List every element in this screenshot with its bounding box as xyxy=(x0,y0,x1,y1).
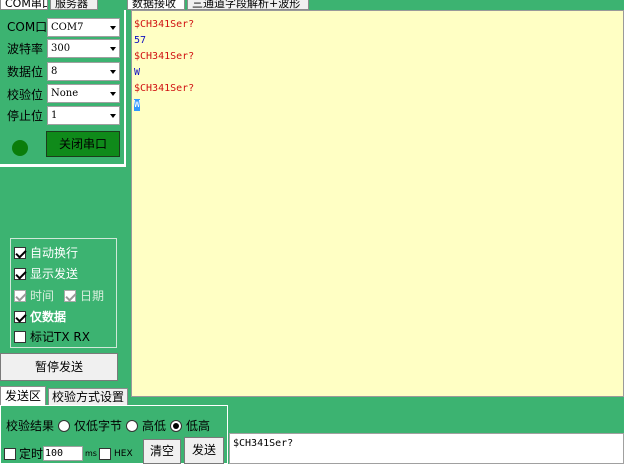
stop-bits-label: 停止位 xyxy=(7,109,44,123)
tab-com-serial[interactable]: COM串口 xyxy=(0,0,48,10)
parity-select[interactable]: None xyxy=(47,84,120,103)
timer-interval-input[interactable]: 100 xyxy=(43,446,84,461)
chevron-down-icon xyxy=(110,114,116,118)
tab-three-channel[interactable]: 三通道字段解析+波形 xyxy=(187,0,309,10)
receive-line-selected: W xyxy=(134,99,141,111)
parity-value: None xyxy=(51,88,79,99)
clear-button[interactable]: 清空 xyxy=(143,439,181,464)
date-label: 日期 xyxy=(80,289,105,303)
com-port-select[interactable]: COM7 xyxy=(47,18,120,37)
baud-rate-select[interactable]: 300 xyxy=(47,39,120,58)
radio-low-high[interactable] xyxy=(170,419,183,432)
hex-checkbox[interactable] xyxy=(98,447,111,460)
checkbox-checked-icon xyxy=(64,290,76,302)
checksum-label: 校验结果 xyxy=(6,419,55,433)
baud-rate-value: 300 xyxy=(51,43,71,54)
mark-txrx-label: 标记TX RX xyxy=(30,330,90,344)
baud-rate-label: 波特率 xyxy=(7,42,44,56)
checkbox-checked-icon xyxy=(14,268,26,280)
tab-checksum-settings[interactable]: 校验方式设置 xyxy=(48,388,128,405)
low-byte-label: 仅低字节 xyxy=(74,419,123,433)
timer-row: 定时 100 ms HEX xyxy=(4,445,133,462)
send-button[interactable]: 发送 xyxy=(184,437,224,464)
receive-line: $CH341Ser? xyxy=(134,51,195,62)
serial-panel: COM口 COM7 波特率 300 数据位 8 校验位 None 停止位 1 关… xyxy=(0,12,126,164)
com-port-value: COM7 xyxy=(51,22,84,33)
show-send-label: 显示发送 xyxy=(30,267,79,281)
data-bits-select[interactable]: 8 xyxy=(47,62,120,81)
pause-send-button[interactable]: 暂停发送 xyxy=(0,353,118,381)
radio-low-byte[interactable] xyxy=(58,419,71,432)
date-checkbox[interactable]: 日期 xyxy=(64,288,104,304)
auto-wrap-label: 自动换行 xyxy=(30,246,79,260)
radio-high-low[interactable] xyxy=(126,419,139,432)
receive-line: W xyxy=(134,67,141,78)
timer-unit-label: ms xyxy=(85,449,97,458)
tab-data-receive[interactable]: 数据接收 xyxy=(127,0,185,10)
receive-line: $CH341Ser? xyxy=(134,83,195,94)
close-port-button[interactable]: 关闭串口 xyxy=(46,131,120,157)
port-status-indicator xyxy=(12,140,28,156)
time-checkbox[interactable]: 时间 xyxy=(14,288,54,304)
data-only-checkbox[interactable]: 仅数据 xyxy=(14,309,66,325)
timer-label: 定时 xyxy=(19,447,44,461)
send-text-area[interactable]: $CH341Ser? xyxy=(229,433,624,464)
receive-line: $CH341Ser? xyxy=(134,19,195,30)
checksum-row: 校验结果 仅低字节 高低 低高 xyxy=(6,417,210,434)
chevron-down-icon xyxy=(110,70,116,74)
receive-text-area[interactable]: $CH341Ser? 57 $CH341Ser? W $CH341Ser? W xyxy=(131,10,624,397)
data-bits-value: 8 xyxy=(51,66,58,77)
tab-server[interactable]: 服务器 xyxy=(50,0,98,10)
panel-divider xyxy=(0,164,126,167)
receive-line: 57 xyxy=(134,35,147,46)
stop-bits-value: 1 xyxy=(51,110,58,121)
com-port-label: COM口 xyxy=(7,20,48,34)
checkbox-unchecked-icon xyxy=(14,331,26,343)
checkbox-checked-icon xyxy=(14,290,26,302)
chevron-down-icon xyxy=(110,26,116,30)
data-bits-label: 数据位 xyxy=(7,65,44,79)
checkbox-checked-icon xyxy=(14,247,26,259)
stop-bits-select[interactable]: 1 xyxy=(47,106,120,125)
parity-label: 校验位 xyxy=(7,88,44,102)
low-high-label: 低高 xyxy=(186,419,211,433)
chevron-down-icon xyxy=(110,92,116,96)
mark-txrx-checkbox[interactable]: 标记TX RX xyxy=(14,329,90,345)
show-send-checkbox[interactable]: 显示发送 xyxy=(14,266,78,282)
hex-label: HEX xyxy=(113,448,133,459)
display-options-group: 自动换行 显示发送 时间 日期 仅数据 标记TX RX xyxy=(10,238,117,348)
panel-right-border xyxy=(124,10,126,167)
high-low-label: 高低 xyxy=(142,419,167,433)
tab-send-area[interactable]: 发送区 xyxy=(0,386,46,405)
auto-wrap-checkbox[interactable]: 自动换行 xyxy=(14,245,78,261)
timer-checkbox[interactable] xyxy=(4,447,16,460)
time-label: 时间 xyxy=(30,289,55,303)
data-only-label: 仅数据 xyxy=(30,310,67,324)
checkbox-checked-icon xyxy=(14,311,26,323)
chevron-down-icon xyxy=(110,47,116,51)
